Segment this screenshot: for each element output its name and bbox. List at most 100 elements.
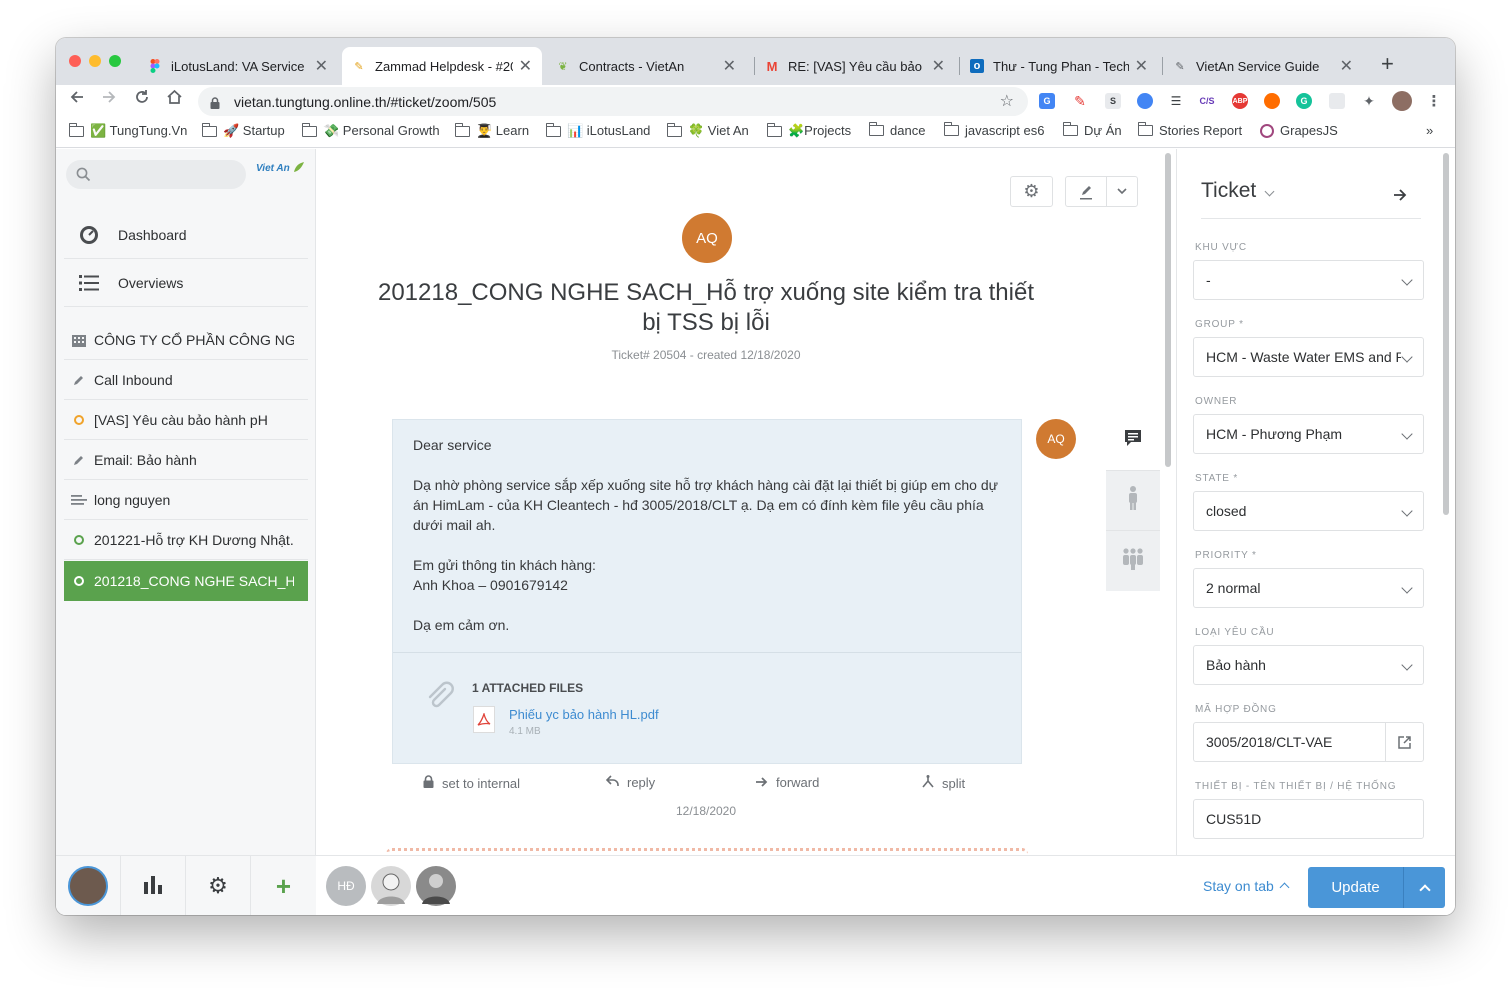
ticket-actions-button[interactable] — [1065, 176, 1138, 207]
customer-avatar[interactable]: AQ — [682, 213, 732, 263]
bookmark-item[interactable]: 📊 iLotusLand — [545, 122, 650, 139]
sidebar-item-vas-ticket[interactable]: [VAS] Yêu càu bảo hành pH — [64, 400, 308, 440]
home-icon[interactable] — [166, 89, 183, 110]
settings-button[interactable]: ⚙ — [186, 856, 251, 915]
main-scrollbar[interactable] — [1165, 153, 1171, 467]
back-icon[interactable] — [69, 89, 85, 110]
select-group[interactable]: HCM - Waste Water EMS and Pr — [1193, 337, 1424, 377]
input-thiet-bi[interactable]: CUS51D — [1193, 799, 1424, 839]
update-button[interactable]: Update — [1308, 867, 1445, 908]
nav-dashboard[interactable]: Dashboard — [64, 211, 308, 259]
agent-avatar[interactable] — [416, 866, 456, 906]
reload-icon[interactable] — [134, 89, 150, 110]
ticket-tab-button[interactable] — [1106, 411, 1160, 471]
browser-tab-2[interactable]: ✎ Zammad Helpdesk - #20 ✕ — [342, 47, 542, 85]
checker-extension-icon[interactable] — [1329, 93, 1345, 109]
bookmark-item[interactable]: Dự Án — [1062, 122, 1122, 138]
maximize-window-button[interactable] — [109, 55, 121, 67]
close-window-button[interactable] — [69, 55, 81, 67]
select-loai-yeu-cau[interactable]: Bảo hành — [1193, 645, 1424, 685]
sidebar-item-ticket-201221[interactable]: 201221-Hỗ trợ KH Dương Nhật... — [64, 520, 308, 560]
browser-tab-1[interactable]: iLotusLand: VA Service U ✕ — [138, 47, 338, 85]
customer-tab-button[interactable] — [1106, 471, 1160, 531]
browser-tab-4[interactable]: M RE: [VAS] Yêu cầu bảo hà ✕ — [755, 47, 955, 85]
select-state[interactable]: closed — [1193, 491, 1424, 531]
close-tab-icon[interactable]: ✕ — [519, 56, 532, 76]
close-tab-icon[interactable]: ✕ — [315, 56, 328, 76]
agent-avatar[interactable] — [371, 866, 411, 906]
update-options-button[interactable] — [1403, 867, 1445, 908]
forward-icon[interactable] — [101, 89, 117, 110]
select-priority[interactable]: 2 normal — [1193, 568, 1424, 608]
browser-tab-6[interactable]: ✎ VietAn Service Guide ✕ — [1163, 47, 1363, 85]
browser-window: iLotusLand: VA Service U ✕ ✎ Zammad Help… — [56, 38, 1455, 915]
user-avatar[interactable] — [56, 856, 121, 915]
input-ma-hop-dong[interactable]: 3005/2018/CLT-VAE — [1193, 722, 1424, 762]
browser-tab-3[interactable]: ❦ Contracts - VietAn ✕ — [546, 47, 746, 85]
bookmark-item[interactable]: ✅ TungTung.Vn — [68, 122, 187, 139]
bookmark-item[interactable]: dance — [868, 122, 925, 138]
css-extension-icon[interactable]: C/S — [1199, 93, 1215, 109]
nav-overviews[interactable]: Overviews — [64, 259, 308, 307]
action-set-internal[interactable]: set to internal — [423, 775, 520, 791]
sidebar-item-ticket-201218[interactable]: 201218_CONG NGHE SACH_Hỗ... — [64, 561, 308, 601]
sidebar-item-user[interactable]: long nguyen — [64, 480, 308, 520]
grammarly-icon[interactable]: G — [1296, 93, 1312, 109]
minimize-window-button[interactable] — [89, 55, 101, 67]
new-tab-icon[interactable]: + — [1381, 51, 1394, 77]
bookmark-item[interactable]: 👨‍🎓 Learn — [454, 122, 529, 139]
folder-icon — [868, 122, 884, 136]
tab-strip: iLotusLand: VA Service U ✕ ✎ Zammad Help… — [56, 38, 1455, 85]
close-tab-icon[interactable]: ✕ — [1135, 56, 1148, 76]
close-tab-icon[interactable]: ✕ — [932, 56, 945, 76]
grid-extension-icon[interactable]: ☰ — [1168, 93, 1184, 109]
bookmark-item[interactable]: GrapesJS — [1260, 123, 1338, 138]
bookmark-item[interactable]: 💸 Personal Growth — [301, 122, 440, 139]
chevron-up-icon — [1279, 882, 1290, 893]
adblock-icon[interactable]: ABP — [1232, 93, 1248, 109]
s-extension-icon[interactable]: S — [1105, 93, 1121, 109]
bookmarks-more-icon[interactable]: » — [1426, 123, 1433, 138]
panel-title[interactable]: Ticket — [1201, 179, 1256, 203]
profile-avatar[interactable] — [1392, 91, 1412, 111]
agent-avatar[interactable]: HĐ — [326, 866, 366, 906]
bookmark-item[interactable]: 🧩Projects — [766, 122, 851, 139]
external-link-icon[interactable] — [1385, 723, 1423, 761]
attachment-link[interactable]: Phiếu yc bảo hành HL.pdf — [509, 707, 659, 722]
fire-extension-icon[interactable] — [1264, 93, 1280, 109]
sidebar-item-call-inbound[interactable]: Call Inbound — [64, 360, 308, 400]
bookmark-item[interactable]: javascript es6 — [943, 122, 1044, 138]
new-item-button[interactable]: + — [251, 856, 316, 915]
bookmark-item[interactable]: 🍀 Viet An — [666, 122, 749, 139]
puzzle-icon[interactable]: ✦ — [1361, 93, 1377, 109]
search-input[interactable] — [66, 160, 246, 189]
sidebar-item-organization[interactable]: CÔNG TY CỔ PHẦN CÔNG NGH... — [64, 320, 308, 360]
ticket-title[interactable]: 201218_CONG NGHE SACH_Hỗ trợ xuống site … — [376, 278, 1036, 338]
action-forward[interactable]: forward — [755, 775, 819, 790]
translate-icon[interactable]: G — [1039, 93, 1055, 109]
reports-button[interactable] — [121, 856, 186, 915]
action-reply[interactable]: reply — [605, 775, 655, 790]
chevron-down-icon[interactable] — [1264, 186, 1275, 197]
zammad-icon: ✎ — [354, 60, 364, 73]
more-menu-icon[interactable]: ⋮ — [1426, 93, 1442, 110]
browser-tab-5[interactable]: o Thư - Tung Phan - Techn ✕ — [960, 47, 1158, 85]
sidebar-item-email-bao-hanh[interactable]: Email: Bảo hành — [64, 440, 308, 480]
ticket-settings-button[interactable]: ⚙ — [1010, 176, 1053, 207]
article-author-avatar[interactable]: AQ — [1036, 419, 1076, 459]
address-bar[interactable]: vietan.tungtung.online.th/#ticket/zoom/5… — [198, 87, 1028, 116]
bookmark-item[interactable]: Stories Report — [1137, 122, 1242, 138]
close-tab-icon[interactable]: ✕ — [1340, 56, 1353, 76]
panel-scrollbar[interactable] — [1443, 153, 1449, 515]
action-split[interactable]: split — [921, 775, 965, 791]
pen-extension-icon[interactable]: ✎ — [1072, 93, 1088, 109]
bookmark-item[interactable]: 🚀 Startup — [201, 122, 285, 139]
select-owner[interactable]: HCM - Phương Phạm — [1193, 414, 1424, 454]
select-khu-vuc[interactable]: - — [1193, 260, 1424, 300]
close-tab-icon[interactable]: ✕ — [723, 56, 736, 76]
circle-extension-icon[interactable] — [1137, 93, 1153, 109]
organization-tab-button[interactable] — [1106, 531, 1160, 591]
collapse-arrow-icon[interactable] — [1393, 183, 1407, 207]
stay-on-tab-toggle[interactable]: Stay on tab — [1203, 878, 1290, 894]
star-icon[interactable]: ☆ — [1000, 91, 1014, 111]
